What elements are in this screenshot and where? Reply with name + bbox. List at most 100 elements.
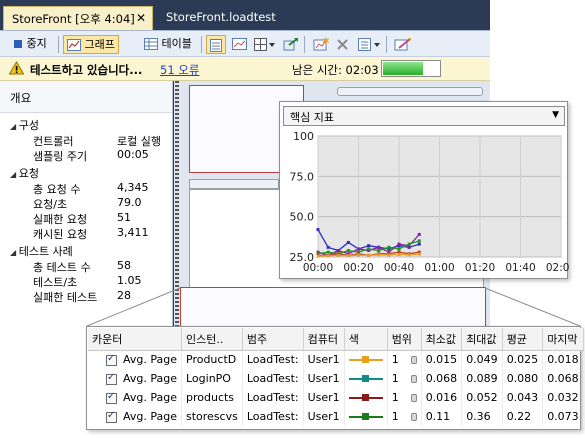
column-header[interactable]: 범위: [387, 328, 422, 351]
analyze-icon: [394, 38, 411, 51]
toolbar: 중지 그래프 테이블 ✱: [0, 30, 490, 57]
summary-group-header[interactable]: ◢ 요청: [10, 165, 39, 181]
graph-selector-dropdown[interactable]: 핵심 지표 ▼: [283, 106, 565, 126]
series-point: [417, 232, 421, 236]
counter-visible-checkbox[interactable]: [106, 353, 117, 366]
last-cell: 0.018: [542, 350, 584, 369]
summary-row-value: 3,411: [117, 226, 149, 239]
x-tick-label: 02:00: [546, 262, 569, 274]
series-color-swatch[interactable]: [348, 356, 383, 364]
toolbar-separator: [386, 36, 387, 53]
series-point: [417, 239, 421, 243]
document-tab-bar: StoreFront [오후 4:04] ✕ StoreFront.loadte…: [0, 0, 490, 30]
series-point: [377, 249, 381, 253]
collapse-arrow-icon[interactable]: ◢: [10, 248, 19, 257]
legend-menu-button[interactable]: [355, 35, 385, 54]
column-header[interactable]: 마지막: [542, 328, 584, 351]
counters-panel-thumbnail[interactable]: [180, 287, 486, 327]
counters-body: Avg. PageProductDLoadTest:User110.0150.0…: [88, 350, 584, 426]
graphs-button[interactable]: 그래프: [63, 35, 119, 54]
splitter[interactable]: [175, 81, 179, 345]
table-row[interactable]: Avg. PageProductDLoadTest:User110.0150.0…: [88, 350, 584, 369]
instance-cell: storescvs: [181, 407, 243, 426]
stop-button[interactable]: 중지: [10, 35, 50, 54]
summary-group-title: 구성: [18, 119, 39, 132]
column-header[interactable]: 최소값: [421, 328, 463, 351]
summary-row-value: 로컬 실행: [117, 135, 161, 148]
column-header[interactable]: 인스턴..: [181, 328, 243, 351]
computer-cell: User1: [303, 369, 345, 388]
summary-view-button[interactable]: [206, 35, 226, 54]
column-header[interactable]: 컴퓨터: [303, 328, 345, 351]
graph-icon: [67, 39, 81, 51]
delete-icon: [337, 38, 348, 50]
series-point: [346, 254, 350, 258]
series-point: [326, 250, 330, 254]
summary-group-header[interactable]: ◢ 구성: [10, 117, 39, 133]
series-color-swatch[interactable]: [348, 375, 383, 382]
column-header[interactable]: 색: [344, 328, 388, 351]
analyze-button[interactable]: [391, 35, 415, 54]
summary-header: 개요: [0, 81, 172, 113]
series-point: [357, 253, 360, 257]
table-row[interactable]: Avg. PageLoginPOLoadTest:User110.0680.08…: [88, 369, 584, 388]
max-cell: 0.089: [461, 369, 503, 388]
computer-cell: User1: [303, 350, 345, 369]
series-point: [407, 253, 411, 257]
counter-visible-checkbox[interactable]: [106, 372, 117, 385]
lock-icon: [410, 413, 417, 421]
counter-visible-checkbox[interactable]: [106, 410, 117, 423]
counter-name: Avg. Page: [123, 353, 177, 367]
layout-button[interactable]: [251, 35, 279, 54]
tab-storefront-run[interactable]: StoreFront [오후 4:04] ✕: [3, 6, 153, 30]
delete-button[interactable]: [333, 35, 352, 54]
range-value: 1: [391, 391, 399, 404]
summary-row-label: 테스트/초: [33, 276, 78, 289]
toolbar-separator: [304, 36, 305, 53]
series-point: [346, 240, 350, 244]
collapse-arrow-icon[interactable]: ◢: [10, 170, 19, 179]
series-point: [316, 228, 320, 232]
table-row[interactable]: Avg. Page storescvsLoadTest:User1 1 0.110.3…: [88, 407, 584, 426]
graph-view-button[interactable]: [229, 35, 250, 54]
series-point: [367, 244, 371, 248]
min-cell: 0.068: [421, 369, 463, 388]
add-counter-button[interactable]: ✱: [310, 35, 332, 54]
table-row[interactable]: Avg. PageproductsLoadTest:User110.0160.0…: [88, 388, 584, 407]
series-point: [387, 245, 391, 249]
progress-bar: [381, 60, 441, 77]
series-point: [357, 247, 360, 251]
column-header[interactable]: 카운터: [88, 328, 182, 351]
collapse-arrow-icon[interactable]: ◢: [10, 122, 19, 131]
summary-row-value: 4,345: [117, 181, 149, 194]
series-point: [417, 242, 421, 246]
export-button[interactable]: [280, 35, 302, 54]
toolbar-separator: [58, 36, 59, 53]
counter-visible-checkbox[interactable]: [106, 391, 117, 404]
series-color-swatch[interactable]: [348, 413, 383, 420]
table-panel-titlebar: [189, 179, 279, 189]
range-cell: 1: [387, 350, 422, 369]
errors-link[interactable]: 51 오류: [160, 62, 199, 78]
tables-label: 테이블: [161, 37, 192, 50]
tab-storefront-loadtest[interactable]: StoreFront.loadtest: [158, 6, 284, 30]
counter-cell: Avg. Page: [88, 407, 182, 426]
export-icon: [283, 38, 298, 51]
close-tab-icon[interactable]: ✕: [136, 11, 146, 25]
tables-button[interactable]: 테이블: [141, 35, 195, 54]
column-header[interactable]: 최대값: [461, 328, 503, 351]
summary-group-header[interactable]: ◢ 테스트 사례: [10, 243, 73, 259]
range-cell: 1: [387, 407, 422, 426]
x-tick-label: 01:20: [465, 262, 495, 274]
summary-row-label: 샘플링 주기: [33, 150, 88, 163]
legend-icon: [358, 37, 380, 51]
run-status-bar: 테스트하고 있습니다... 51 오류 남은 시간: 02:03: [0, 57, 490, 81]
panel-layout-icon: [254, 37, 275, 51]
line-chart: 10075.050.025.000:00 00:20 00:40 01:00 01:20…: [290, 132, 570, 274]
counters-header-row: 카운터 인스턴.. 범주 컴퓨터 색 범위 최소값 최대값 평균 마지막: [88, 328, 584, 351]
tab-label: StoreFront.loadtest: [166, 10, 276, 24]
column-header[interactable]: 범주: [242, 328, 304, 351]
column-header[interactable]: 평균: [502, 328, 544, 351]
series-color-swatch[interactable]: [348, 394, 383, 401]
table-icon: [144, 38, 158, 50]
